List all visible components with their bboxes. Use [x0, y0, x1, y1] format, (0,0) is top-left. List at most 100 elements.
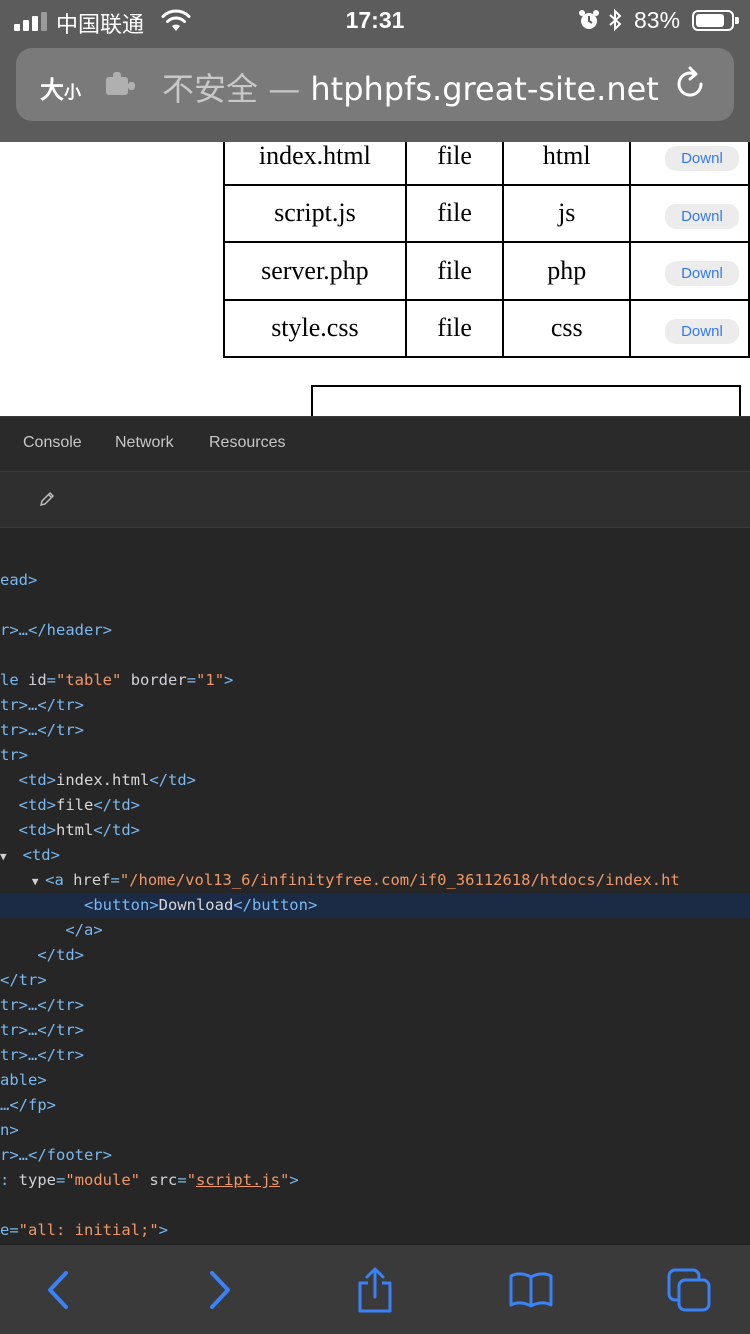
dom-node[interactable]: <td>index.html</td> — [0, 768, 750, 793]
inspector-toolbar — [0, 472, 750, 528]
dom-text: </tr> — [0, 971, 47, 989]
browser-chrome: 中国联通 17:31 83% 大小 不安全 — htphpfs.great-si… — [0, 0, 750, 142]
extension-puzzle-icon[interactable] — [104, 71, 136, 99]
text-size-button[interactable]: 大小 — [40, 70, 81, 105]
file-ext-cell: php — [502, 241, 632, 301]
dom-node[interactable]: </td> — [0, 943, 750, 968]
download-cell: Downl — [629, 142, 750, 186]
address-bar[interactable]: 大小 不安全 — htphpfs.great-site.net — [16, 48, 734, 121]
web-inspector: Console Network Resources ead> r>…</head… — [0, 416, 750, 1245]
battery-icon — [692, 10, 739, 31]
dom-text: <td> — [22, 846, 60, 864]
pencil-icon[interactable] — [38, 490, 56, 508]
dom-node[interactable]: </a> — [0, 918, 750, 943]
dom-node[interactable]: n> — [0, 1118, 750, 1143]
web-page: index.html file html Downl script.js fil… — [0, 142, 750, 416]
dom-attr-name: type — [18, 1171, 56, 1189]
dom-node[interactable]: <td>html</td> — [0, 818, 750, 843]
battery-percent: 83% — [634, 7, 681, 33]
dom-text: <a — [45, 871, 74, 889]
script-src-link[interactable]: script.js — [196, 1171, 280, 1189]
tab-resources[interactable]: Resources — [209, 434, 285, 452]
security-warning: 不安全 — [162, 70, 259, 108]
dom-attr-value: "table" — [56, 671, 122, 689]
file-ext-cell: html — [502, 142, 632, 186]
file-type-cell: file — [404, 241, 505, 301]
table-row: script.js file js Downl — [223, 183, 750, 243]
disclosure-triangle-icon[interactable]: ▼ — [19, 875, 46, 888]
bookmarks-icon[interactable] — [508, 1267, 554, 1313]
download-cell: Downl — [629, 183, 750, 243]
share-icon[interactable] — [352, 1267, 398, 1313]
dom-node[interactable]: r>…</footer> — [0, 1143, 750, 1168]
file-type-cell: file — [404, 183, 505, 243]
alarm-icon — [579, 10, 599, 29]
dom-node[interactable]: able> — [0, 1068, 750, 1093]
back-icon[interactable] — [36, 1267, 82, 1313]
inspector-tab-bar: Console Network Resources — [0, 416, 750, 472]
forward-icon[interactable] — [196, 1267, 242, 1313]
reload-icon[interactable] — [671, 65, 709, 103]
file-ext-cell: js — [502, 183, 632, 243]
download-button[interactable]: Downl — [665, 146, 739, 172]
url-display[interactable]: 不安全 — htphpfs.great-site.net — [162, 64, 659, 110]
file-type-cell: file — [404, 298, 505, 358]
dom-attr-name: href — [73, 871, 111, 889]
dom-text: tr>…</tr> — [0, 996, 84, 1014]
dom-attr-name: border — [130, 671, 187, 689]
dom-node[interactable]: <td>file</td> — [0, 793, 750, 818]
tab-network[interactable]: Network — [115, 434, 174, 452]
dom-node[interactable]: le id="table" border="1"> — [0, 668, 750, 693]
dom-text: ead> — [0, 571, 38, 589]
file-name-cell: style.css — [223, 298, 407, 358]
dom-node-selected[interactable]: <button>Download</button> — [0, 893, 750, 918]
file-name-cell: server.php — [223, 241, 407, 301]
text-size-big-label: 大 — [40, 76, 64, 104]
dom-node[interactable]: : type="module" src="script.js"> — [0, 1168, 750, 1193]
table-row: index.html file html Downl — [223, 142, 750, 186]
page-box — [311, 385, 741, 416]
dom-attr-name: src — [149, 1171, 178, 1189]
safari-toolbar — [0, 1245, 750, 1334]
url-separator: — — [258, 70, 311, 108]
dom-node[interactable]: tr>…</tr> — [0, 993, 750, 1018]
dom-node[interactable]: </tr> — [0, 968, 750, 993]
dom-text: r>…</footer> — [0, 1146, 112, 1164]
file-name-cell: script.js — [223, 183, 407, 243]
dom-text: …</fp> — [0, 1096, 56, 1114]
dom-node[interactable]: e="all: initial;"> — [0, 1218, 750, 1243]
dom-text: Download — [158, 896, 234, 914]
download-button[interactable]: Downl — [665, 261, 739, 287]
table-row: style.css file css Downl — [223, 298, 750, 358]
tab-console[interactable]: Console — [23, 434, 82, 452]
dom-node[interactable]: tr>…</tr> — [0, 1043, 750, 1068]
dom-attr-value: "1" — [196, 671, 225, 689]
dom-node[interactable]: tr> — [0, 743, 750, 768]
table-row: server.php file php Downl — [223, 241, 750, 301]
dom-node[interactable]: ▼ <a href="/home/vol13_6/infinityfree.co… — [0, 868, 750, 893]
dom-text: html — [56, 821, 94, 839]
dom-node[interactable]: tr>…</tr> — [0, 693, 750, 718]
download-cell: Downl — [629, 241, 750, 301]
tabs-icon[interactable] — [666, 1267, 712, 1313]
file-table: index.html file html Downl script.js fil… — [223, 142, 750, 358]
dom-node[interactable]: ead> — [0, 568, 750, 593]
download-button[interactable]: Downl — [665, 203, 739, 229]
dom-text: tr>…</tr> — [0, 696, 84, 714]
dom-text: tr> — [0, 746, 28, 764]
disclosure-triangle-icon[interactable]: ▼ — [0, 850, 13, 863]
dom-text: file — [56, 796, 94, 814]
status-bar: 中国联通 17:31 83% — [0, 0, 750, 42]
dom-node[interactable]: tr>…</tr> — [0, 1018, 750, 1043]
dom-text: le — [0, 671, 28, 689]
dom-text: index.html — [56, 771, 150, 789]
dom-attr-value: "module" — [65, 1171, 140, 1189]
dom-node[interactable]: …</fp> — [0, 1093, 750, 1118]
dom-node[interactable]: ▼ <td> — [0, 843, 750, 868]
dom-text: able> — [0, 1071, 47, 1089]
bluetooth-icon — [609, 8, 622, 32]
download-button[interactable]: Downl — [665, 318, 739, 344]
dom-node[interactable]: r>…</header> — [0, 618, 750, 643]
dom-node[interactable]: tr>…</tr> — [0, 718, 750, 743]
text-size-small-label: 小 — [64, 83, 81, 103]
